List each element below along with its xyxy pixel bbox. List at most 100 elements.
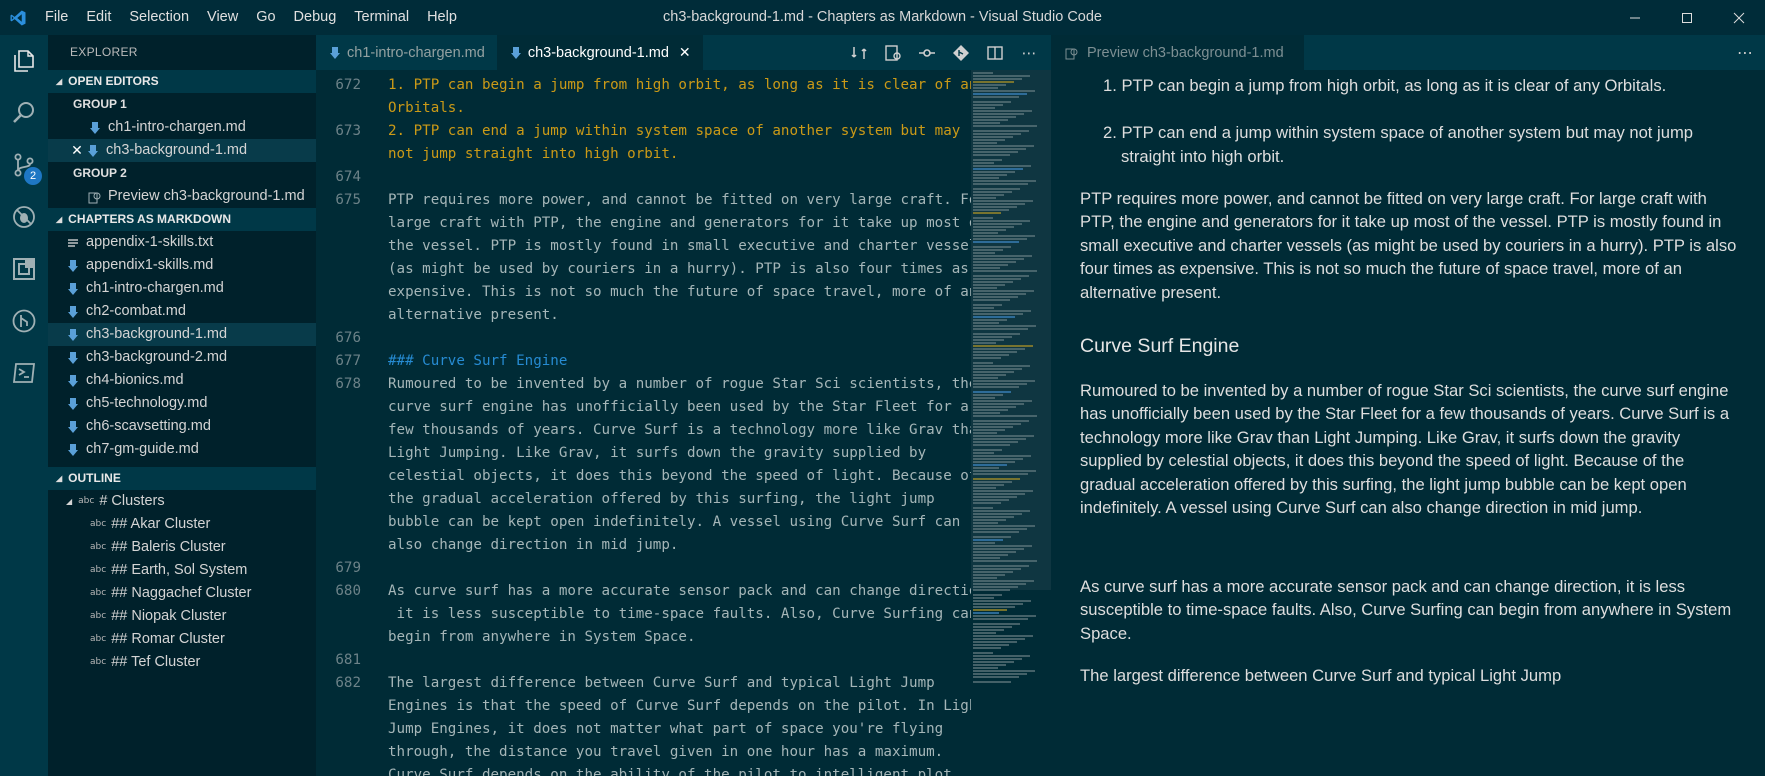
file-item[interactable]: ch4-bionics.md	[48, 369, 316, 392]
file-item[interactable]: ch1-intro-chargen.md	[48, 277, 316, 300]
menu-selection[interactable]: Selection	[120, 0, 198, 35]
minimap-line	[973, 551, 1016, 553]
outline-item[interactable]: abc ## Akar Cluster	[48, 513, 316, 536]
minimap-line	[973, 438, 1026, 440]
outline-header[interactable]: ◢ OUTLINE	[48, 467, 316, 490]
outline-root[interactable]: ◢ abc # Clusters	[48, 490, 316, 513]
open-editor-item[interactable]: ch1-intro-chargen.md	[48, 116, 316, 139]
minimize-icon[interactable]	[1609, 0, 1661, 35]
minimap-line	[973, 316, 1015, 318]
minimap-line	[973, 284, 1005, 286]
minimap-line	[973, 78, 1022, 80]
tab-ch3-background-1[interactable]: ch3-background-1.md ✕	[496, 35, 703, 70]
file-item[interactable]: ch3-background-2.md	[48, 346, 316, 369]
file-label: ch3-background-2.md	[86, 349, 228, 365]
explorer-icon[interactable]	[0, 35, 48, 87]
split-editor-icon[interactable]	[985, 43, 1005, 63]
markdown-file-icon	[510, 46, 521, 59]
minimap-line	[973, 220, 1030, 222]
open-editor-item-active[interactable]: ✕ ch3-background-1.md	[48, 139, 316, 162]
open-preview-side-icon[interactable]	[883, 43, 903, 63]
file-item[interactable]: ch2-combat.md	[48, 300, 316, 323]
close-icon[interactable]: ✕	[679, 44, 691, 61]
close-icon[interactable]: ✕	[70, 139, 84, 162]
file-item[interactable]: appendix-1-skills.txt	[48, 231, 316, 254]
minimap[interactable]	[971, 70, 1051, 776]
group-2-label[interactable]: GROUP 2	[48, 162, 316, 185]
outline-item[interactable]: abc ## Tef Cluster	[48, 651, 316, 674]
minimap-line	[973, 328, 1028, 330]
file-item[interactable]: appendix1-skills.md	[48, 254, 316, 277]
menu-terminal[interactable]: Terminal	[345, 0, 418, 35]
group-1-label[interactable]: GROUP 1	[48, 93, 316, 116]
close-icon[interactable]	[1713, 0, 1765, 35]
code-line: 678 Rumoured to be invented by a number o…	[316, 373, 971, 396]
open-changes-icon[interactable]	[849, 43, 869, 63]
file-item[interactable]: ch5-technology.md	[48, 392, 316, 415]
minimap-line	[973, 586, 1018, 588]
outline-item[interactable]: abc ## Earth, Sol System	[48, 559, 316, 582]
menu-edit[interactable]: Edit	[77, 0, 120, 35]
menu-help[interactable]: Help	[418, 0, 466, 35]
minimap-line	[973, 180, 1036, 182]
maximize-icon[interactable]	[1661, 0, 1713, 35]
open-editor-label: ch1-intro-chargen.md	[108, 119, 246, 135]
menu-file[interactable]: File	[36, 0, 77, 35]
code-line: Orbitals.	[316, 97, 971, 120]
minimap-line	[973, 322, 999, 324]
markdown-file-icon	[66, 305, 80, 318]
minimap-line	[973, 136, 1013, 138]
minimap-line	[973, 267, 1000, 269]
minimap-line	[973, 600, 1031, 602]
line-text: Rumoured to be invented by a number of r…	[388, 376, 971, 392]
file-label: ch1-intro-chargen.md	[86, 280, 224, 296]
code-line: 682 The largest difference between Curve …	[316, 672, 971, 695]
minimap-line	[973, 409, 1008, 411]
markdown-file-icon	[66, 328, 80, 341]
minimap-line	[973, 293, 1026, 295]
outline-label: ## Tef Cluster	[111, 654, 201, 670]
source-control-icon[interactable]: 2	[0, 139, 48, 191]
outline-item[interactable]: abc ## Romar Cluster	[48, 628, 316, 651]
code-line: Jump Engines, it does not matter what pa…	[316, 718, 971, 741]
file-item[interactable]: ch3-background-1.md	[48, 323, 316, 346]
minimap-line	[973, 673, 1027, 675]
git-graph-icon[interactable]	[0, 295, 48, 347]
extensions-icon[interactable]	[0, 243, 48, 295]
outline-item[interactable]: abc ## Naggachef Cluster	[48, 582, 316, 605]
string-symbol-icon: abc	[90, 565, 107, 575]
open-editor-item[interactable]: Preview ch3-background-1.md	[48, 185, 316, 208]
file-item[interactable]: ch6-scavsetting.md	[48, 415, 316, 438]
menu-go[interactable]: Go	[247, 0, 284, 35]
minimap-line	[973, 313, 1023, 315]
line-text: through, the distance you travel given i…	[388, 744, 944, 760]
tab-preview[interactable]: Preview ch3-background-1.md	[1051, 35, 1304, 70]
line-text: The largest difference between Curve Sur…	[388, 675, 935, 691]
menu-view[interactable]: View	[198, 0, 247, 35]
menu-debug[interactable]: Debug	[285, 0, 346, 35]
more-actions-icon[interactable]: ⋯	[1019, 43, 1039, 63]
more-actions-icon[interactable]: ⋯	[1737, 35, 1753, 70]
git-lens-icon[interactable]	[951, 43, 971, 63]
minimap-line	[973, 664, 1006, 666]
compare-icon[interactable]	[917, 43, 937, 63]
terminal-icon[interactable]	[0, 347, 48, 399]
line-text: the gradual acceleration offered by this…	[388, 491, 935, 507]
minimap-line	[973, 429, 1005, 431]
outline-item[interactable]: abc ## Niopak Cluster	[48, 605, 316, 628]
minimap-line	[973, 171, 1015, 173]
folder-header[interactable]: ◢ CHAPTERS AS MARKDOWN	[48, 208, 316, 231]
outline-item[interactable]: abc ## Baleris Cluster	[48, 536, 316, 559]
code-line: 676	[316, 327, 971, 350]
search-icon[interactable]	[0, 87, 48, 139]
minimap-line	[973, 307, 994, 309]
line-text: PTP requires more power, and cannot be f…	[388, 192, 971, 208]
markdown-file-icon	[86, 144, 100, 157]
code-editor[interactable]: 672 1. PTP can begin a jump from high orb…	[316, 70, 971, 776]
file-item[interactable]: ch7-gm-guide.md	[48, 438, 316, 461]
open-editors-header[interactable]: ◢ OPEN EDITORS	[48, 70, 316, 93]
tab-ch1-intro-chargen[interactable]: ch1-intro-chargen.md	[316, 35, 497, 70]
section-label: OPEN EDITORS	[68, 74, 159, 88]
minimap-line	[973, 130, 1029, 132]
debug-icon[interactable]	[0, 191, 48, 243]
